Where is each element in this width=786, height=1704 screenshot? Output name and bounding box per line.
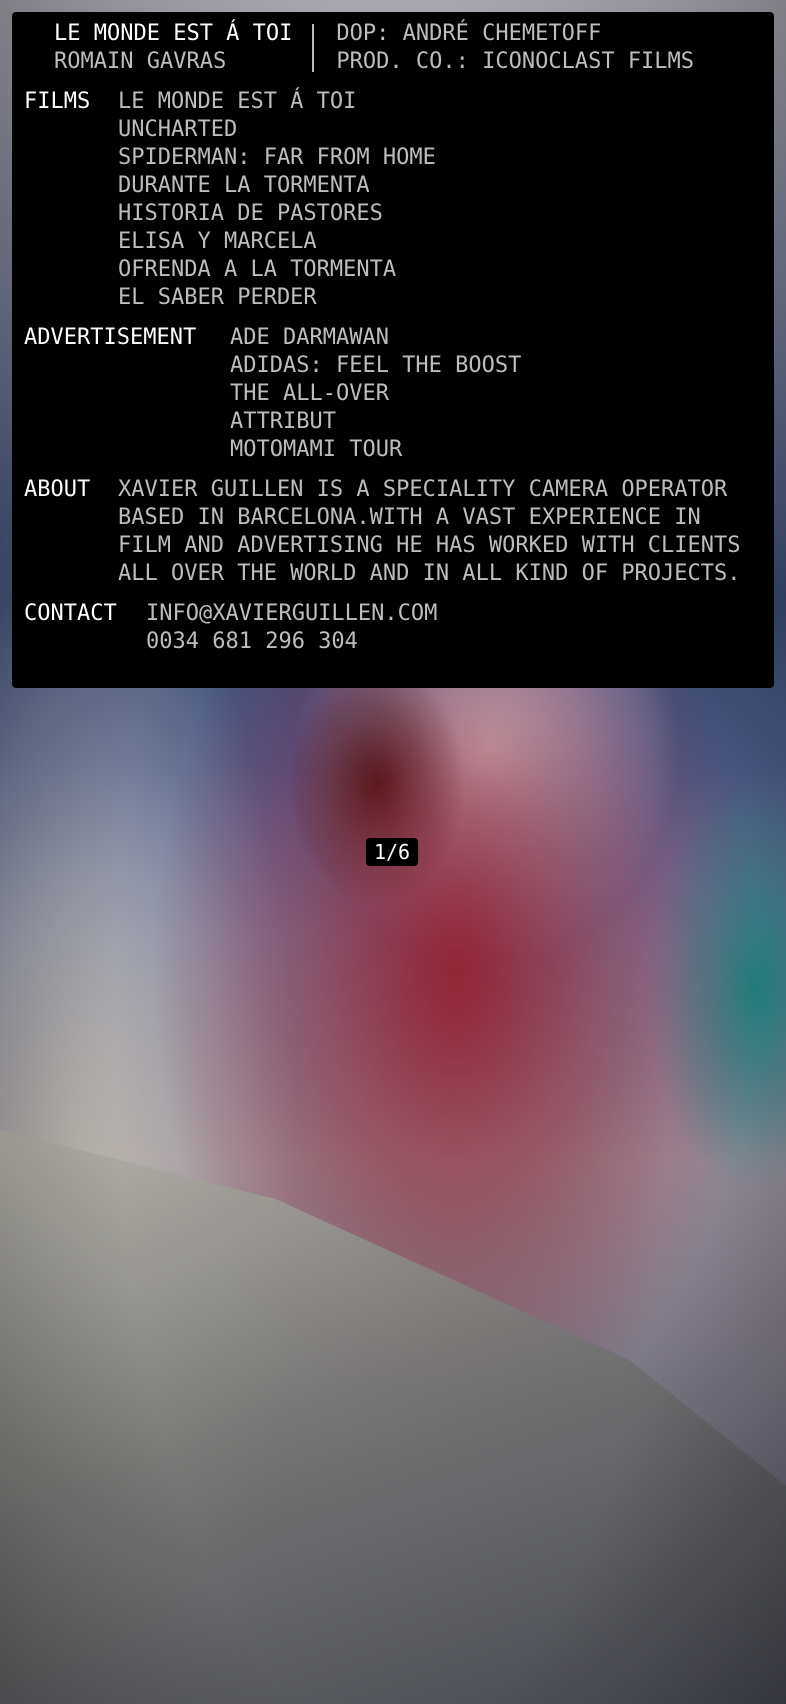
advertisement-label: ADVERTISEMENT — [24, 325, 197, 350]
contact-details: INFO@XAVIERGUILLEN.COM 0034 681 296 304 — [146, 600, 437, 656]
advertisement-item[interactable]: MOTOMAMI TOUR — [230, 436, 521, 464]
film-item[interactable]: SPIDERMAN: FAR FROM HOME — [118, 144, 436, 172]
film-item[interactable]: DURANTE LA TORMENTA — [118, 172, 436, 200]
about-label: ABOUT — [24, 477, 91, 502]
info-panel: LE MONDE EST Á TOI ROMAIN GAVRAS DOP: AN… — [12, 12, 774, 688]
films-section: FILMS LE MONDE EST Á TOI UNCHARTED SPIDE… — [24, 88, 762, 312]
film-item[interactable]: EL SABER PERDER — [118, 284, 436, 312]
slide-counter: 1/6 — [366, 838, 418, 866]
film-item[interactable]: UNCHARTED — [118, 116, 436, 144]
films-list: LE MONDE EST Á TOI UNCHARTED SPIDERMAN: … — [118, 88, 436, 312]
advertisement-list: ADE DARMAWAN ADIDAS: FEEL THE BOOST THE … — [230, 324, 521, 464]
advertisement-section: ADVERTISEMENT ADE DARMAWAN ADIDAS: FEEL … — [24, 324, 762, 464]
film-item[interactable]: OFRENDA A LA TORMENTA — [118, 256, 436, 284]
film-item[interactable]: LE MONDE EST Á TOI — [118, 88, 436, 116]
films-label: FILMS — [24, 89, 91, 114]
about-text: XAVIER GUILLEN IS A SPECIALITY CAMERA OP… — [118, 477, 741, 586]
project-director: ROMAIN GAVRAS — [54, 49, 227, 74]
about-section: ABOUT XAVIER GUILLEN IS A SPECIALITY CAM… — [24, 476, 762, 588]
advertisement-item[interactable]: ADIDAS: FEEL THE BOOST — [230, 352, 521, 380]
contact-label: CONTACT — [24, 601, 117, 626]
project-header: LE MONDE EST Á TOI ROMAIN GAVRAS DOP: AN… — [54, 20, 762, 76]
contact-phone-link[interactable]: 0034 681 296 304 — [146, 628, 437, 656]
advertisement-item[interactable]: ADE DARMAWAN — [230, 324, 521, 352]
project-header-right: DOP: ANDRÉ CHEMETOFF PROD. CO.: ICONOCLA… — [314, 20, 694, 76]
contact-section: CONTACT INFO@XAVIERGUILLEN.COM 0034 681 … — [24, 600, 762, 656]
project-prod-co: PROD. CO.: ICONOCLAST FILMS — [336, 49, 695, 74]
film-item[interactable]: ELISA Y MARCELA — [118, 228, 436, 256]
project-header-left: LE MONDE EST Á TOI ROMAIN GAVRAS — [54, 20, 312, 76]
contact-email-link[interactable]: INFO@XAVIERGUILLEN.COM — [146, 600, 437, 628]
project-dop: DOP: ANDRÉ CHEMETOFF — [336, 21, 602, 46]
project-title: LE MONDE EST Á TOI — [54, 21, 293, 46]
film-item[interactable]: HISTORIA DE PASTORES — [118, 200, 436, 228]
advertisement-item[interactable]: ATTRIBUT — [230, 408, 521, 436]
advertisement-item[interactable]: THE ALL-OVER — [230, 380, 521, 408]
